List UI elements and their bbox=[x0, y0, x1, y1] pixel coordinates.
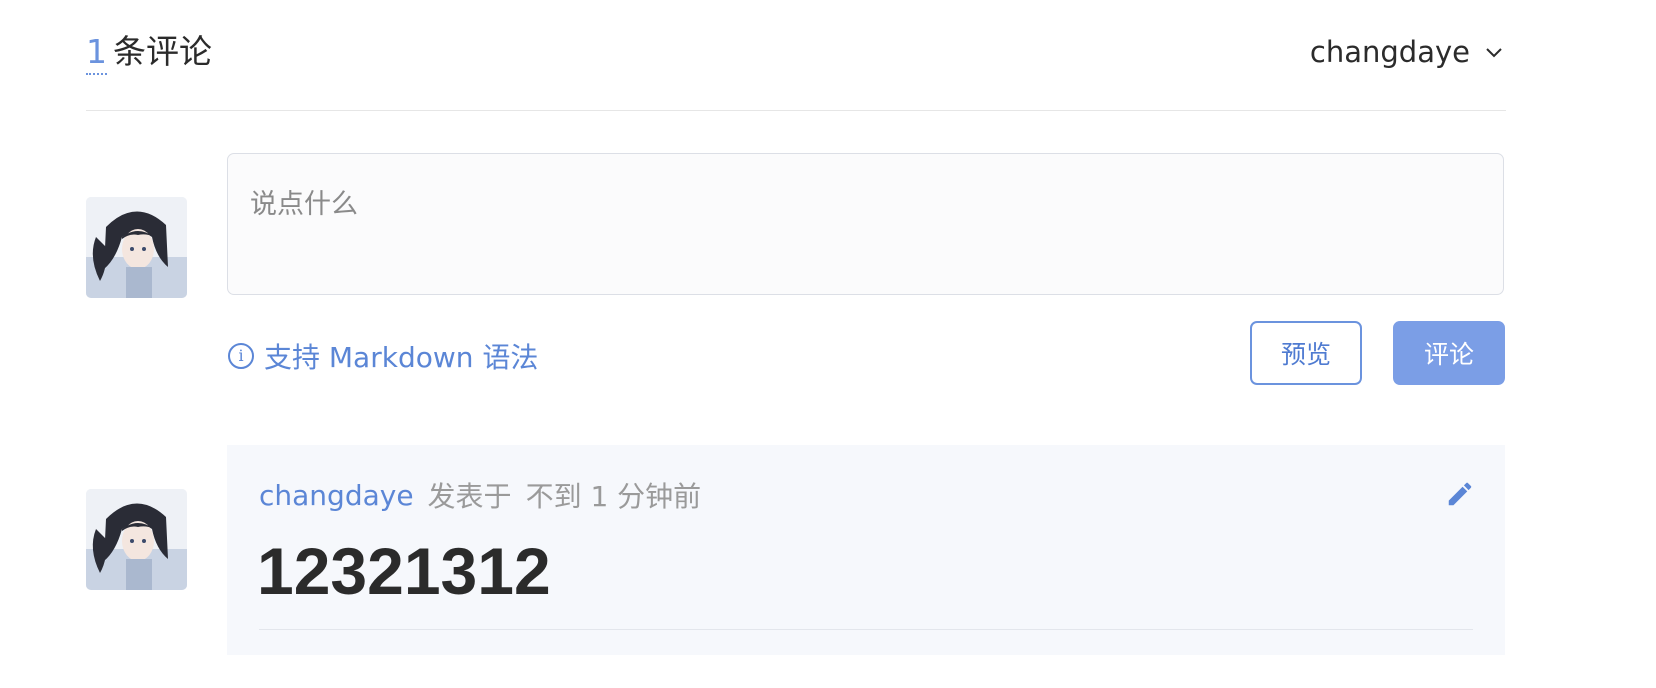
comment-author[interactable]: changdaye bbox=[259, 479, 414, 512]
comment-author-avatar bbox=[86, 489, 187, 590]
comment-item: changdaye 发表于 不到 1 分钟前 12321312 bbox=[227, 445, 1505, 655]
preview-button[interactable]: 预览 bbox=[1250, 321, 1362, 385]
chevron-down-icon bbox=[1482, 40, 1506, 64]
comment-posted-label: 发表于 bbox=[427, 480, 512, 513]
current-user-name: changdaye bbox=[1309, 35, 1470, 69]
markdown-hint-text: 支持 Markdown 语法 bbox=[264, 341, 539, 374]
user-menu-dropdown[interactable]: changdaye bbox=[1310, 30, 1506, 74]
comment-timestamp: 不到 1 分钟前 bbox=[525, 480, 702, 513]
comments-section: 1条评论 changdaye i 支持 bbox=[0, 0, 1656, 688]
comment-divider bbox=[259, 629, 1473, 630]
comment-editor bbox=[227, 153, 1504, 295]
comment-count-title: 1 条评论 bbox=[86, 30, 212, 75]
markdown-hint-link[interactable]: i 支持 Markdown 语法 bbox=[228, 336, 538, 376]
comment-input[interactable] bbox=[228, 154, 1503, 294]
info-icon: i bbox=[228, 343, 254, 369]
avatar bbox=[86, 197, 187, 298]
submit-comment-button[interactable]: 评论 bbox=[1393, 321, 1505, 385]
comments-header: 1 条评论 changdaye bbox=[86, 26, 1506, 78]
comment-count-suffix: 条评论 bbox=[113, 32, 212, 71]
header-divider bbox=[86, 110, 1506, 111]
pencil-icon[interactable] bbox=[1445, 479, 1475, 509]
comment-count[interactable]: 1 bbox=[86, 32, 107, 75]
comment-meta: changdaye 发表于 不到 1 分钟前 bbox=[259, 475, 701, 515]
comment-body: 12321312 bbox=[257, 534, 551, 608]
